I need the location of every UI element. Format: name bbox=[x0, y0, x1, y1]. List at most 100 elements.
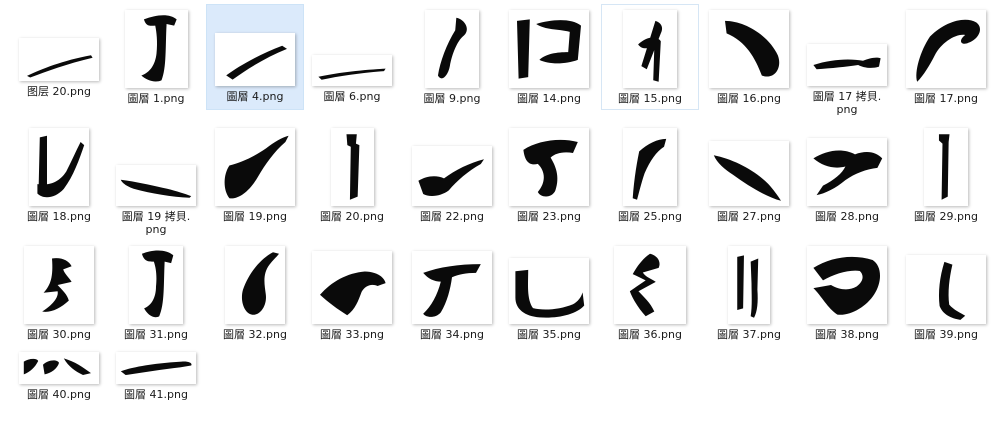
file-item[interactable]: 圖層 4.png bbox=[206, 4, 304, 110]
image-thumbnail bbox=[19, 352, 99, 384]
file-item[interactable]: 圖層 35.png bbox=[501, 256, 597, 341]
image-thumbnail bbox=[312, 55, 392, 86]
file-item[interactable]: 圖層 31.png bbox=[108, 244, 204, 341]
file-name-label: 圖層 36.png bbox=[618, 328, 682, 341]
file-item[interactable]: 圖層 14.png bbox=[501, 8, 597, 105]
file-name-label: 圖層 38.png bbox=[815, 328, 879, 341]
brush-stroke-shape bbox=[320, 271, 386, 316]
image-thumbnail bbox=[129, 246, 183, 324]
file-item[interactable]: 圖層 16.png bbox=[701, 8, 797, 105]
file-item[interactable]: 圖層 32.png bbox=[207, 244, 303, 341]
file-name-label: 圖層 27.png bbox=[717, 210, 781, 223]
brush-stroke-shape bbox=[241, 252, 279, 315]
brush-stroke-thumbnail bbox=[318, 68, 386, 80]
file-item[interactable]: 圖層 30.png bbox=[11, 244, 107, 341]
file-item[interactable]: 圖層 40.png bbox=[11, 350, 107, 401]
brush-stroke-shape bbox=[523, 139, 578, 197]
file-item[interactable]: 圖層 39.png bbox=[898, 253, 994, 341]
image-thumbnail bbox=[215, 128, 295, 206]
image-thumbnail bbox=[29, 128, 89, 206]
brush-stroke-thumbnail bbox=[120, 179, 192, 198]
file-item[interactable]: 圖層 28.png bbox=[799, 136, 895, 223]
brush-stroke-shape bbox=[345, 134, 359, 200]
file-item[interactable]: 圖層 22.png bbox=[404, 144, 500, 223]
brush-stroke-shape bbox=[120, 361, 192, 376]
brush-stroke-shape bbox=[938, 134, 950, 200]
brush-stroke-thumbnail bbox=[120, 361, 192, 376]
brush-stroke-shape bbox=[23, 358, 91, 376]
image-thumbnail bbox=[807, 138, 887, 206]
image-thumbnail bbox=[807, 44, 887, 86]
image-thumbnail bbox=[906, 10, 986, 88]
file-item[interactable]: 圖層 15.png bbox=[601, 4, 699, 110]
brush-stroke-thumbnail bbox=[938, 134, 950, 200]
file-item[interactable]: 圖層 1.png bbox=[108, 8, 204, 105]
file-name-label: 圖層 40.png bbox=[27, 388, 91, 401]
brush-stroke-shape bbox=[141, 250, 174, 318]
brush-stroke-shape bbox=[737, 255, 759, 318]
file-item[interactable]: 圖層 20.png bbox=[304, 126, 400, 223]
brush-stroke-thumbnail bbox=[437, 17, 467, 79]
file-name-label: 圖層 22.png bbox=[420, 210, 484, 223]
file-item[interactable]: 圖層 6.png bbox=[304, 53, 400, 103]
brush-stroke-shape bbox=[916, 19, 981, 82]
brush-stroke-shape bbox=[629, 253, 660, 317]
file-name-label: 圖層 32.png bbox=[223, 328, 287, 341]
file-item[interactable]: 圖層 18.png bbox=[11, 126, 107, 223]
file-name-label: 圖層 31.png bbox=[124, 328, 188, 341]
brush-stroke-thumbnail bbox=[42, 258, 72, 312]
file-item[interactable]: 圖層 41.png bbox=[108, 350, 204, 401]
brush-stroke-shape bbox=[27, 55, 93, 78]
brush-stroke-thumbnail bbox=[224, 135, 289, 199]
brush-stroke-shape bbox=[318, 68, 386, 80]
image-thumbnail bbox=[412, 146, 492, 206]
image-thumbnail bbox=[614, 246, 686, 324]
file-item[interactable]: 圖層 33.png bbox=[304, 249, 400, 341]
file-item[interactable]: 圖層 23.png bbox=[501, 126, 597, 223]
file-item[interactable]: 圖層 27.png bbox=[701, 139, 797, 223]
file-name-label: 圖層 19.png bbox=[223, 210, 287, 223]
image-thumbnail bbox=[509, 258, 589, 324]
brush-stroke-thumbnail bbox=[423, 264, 481, 317]
brush-stroke-thumbnail bbox=[632, 138, 667, 200]
file-name-label: 圖層 16.png bbox=[717, 92, 781, 105]
file-name-label: 圖層 39.png bbox=[914, 328, 978, 341]
brush-stroke-thumbnail bbox=[916, 19, 981, 82]
file-item[interactable]: 圖層 29.png bbox=[898, 126, 994, 223]
file-name-label: 圖層 15.png bbox=[618, 92, 682, 105]
image-thumbnail bbox=[225, 246, 285, 324]
brush-stroke-thumbnail bbox=[737, 255, 759, 318]
brush-stroke-shape bbox=[813, 150, 883, 196]
brush-stroke-thumbnail bbox=[725, 20, 780, 77]
brush-stroke-thumbnail bbox=[517, 19, 581, 79]
brush-stroke-shape bbox=[713, 155, 781, 201]
file-name-label: 圖層 17.png bbox=[914, 92, 978, 105]
file-item[interactable]: 圖層 17.png bbox=[898, 8, 994, 105]
file-item[interactable]: 圖層 36.png bbox=[602, 244, 698, 341]
file-item[interactable]: 圖層 17 拷貝. png bbox=[799, 42, 895, 116]
image-thumbnail bbox=[906, 255, 986, 324]
brush-stroke-shape bbox=[224, 135, 289, 199]
file-item[interactable]: 圖層 19 拷貝. png bbox=[108, 163, 204, 236]
file-item[interactable]: 圖層 19.png bbox=[207, 126, 303, 223]
brush-stroke-thumbnail bbox=[813, 256, 881, 315]
brush-stroke-thumbnail bbox=[27, 55, 93, 78]
file-name-label: 圖層 18.png bbox=[27, 210, 91, 223]
file-item[interactable]: 图层 20.png bbox=[11, 36, 107, 98]
file-name-label: 圖層 19 拷貝. png bbox=[121, 210, 191, 236]
brush-stroke-thumbnail bbox=[241, 252, 279, 315]
image-thumbnail bbox=[924, 128, 968, 206]
file-name-label: 圖層 35.png bbox=[517, 328, 581, 341]
file-item[interactable]: 圖層 9.png bbox=[404, 8, 500, 105]
file-name-label: 圖層 4.png bbox=[226, 90, 284, 103]
brush-stroke-thumbnail bbox=[638, 20, 663, 82]
file-item[interactable]: 圖層 25.png bbox=[602, 126, 698, 223]
file-name-label: 圖層 20.png bbox=[320, 210, 384, 223]
file-item[interactable]: 圖層 34.png bbox=[404, 249, 500, 341]
brush-stroke-thumbnail bbox=[713, 155, 781, 201]
brush-stroke-shape bbox=[725, 20, 780, 77]
file-item[interactable]: 圖層 37.png bbox=[701, 244, 797, 341]
brush-stroke-thumbnail bbox=[226, 45, 287, 80]
brush-stroke-thumbnail bbox=[320, 271, 386, 316]
file-item[interactable]: 圖層 38.png bbox=[799, 244, 895, 341]
